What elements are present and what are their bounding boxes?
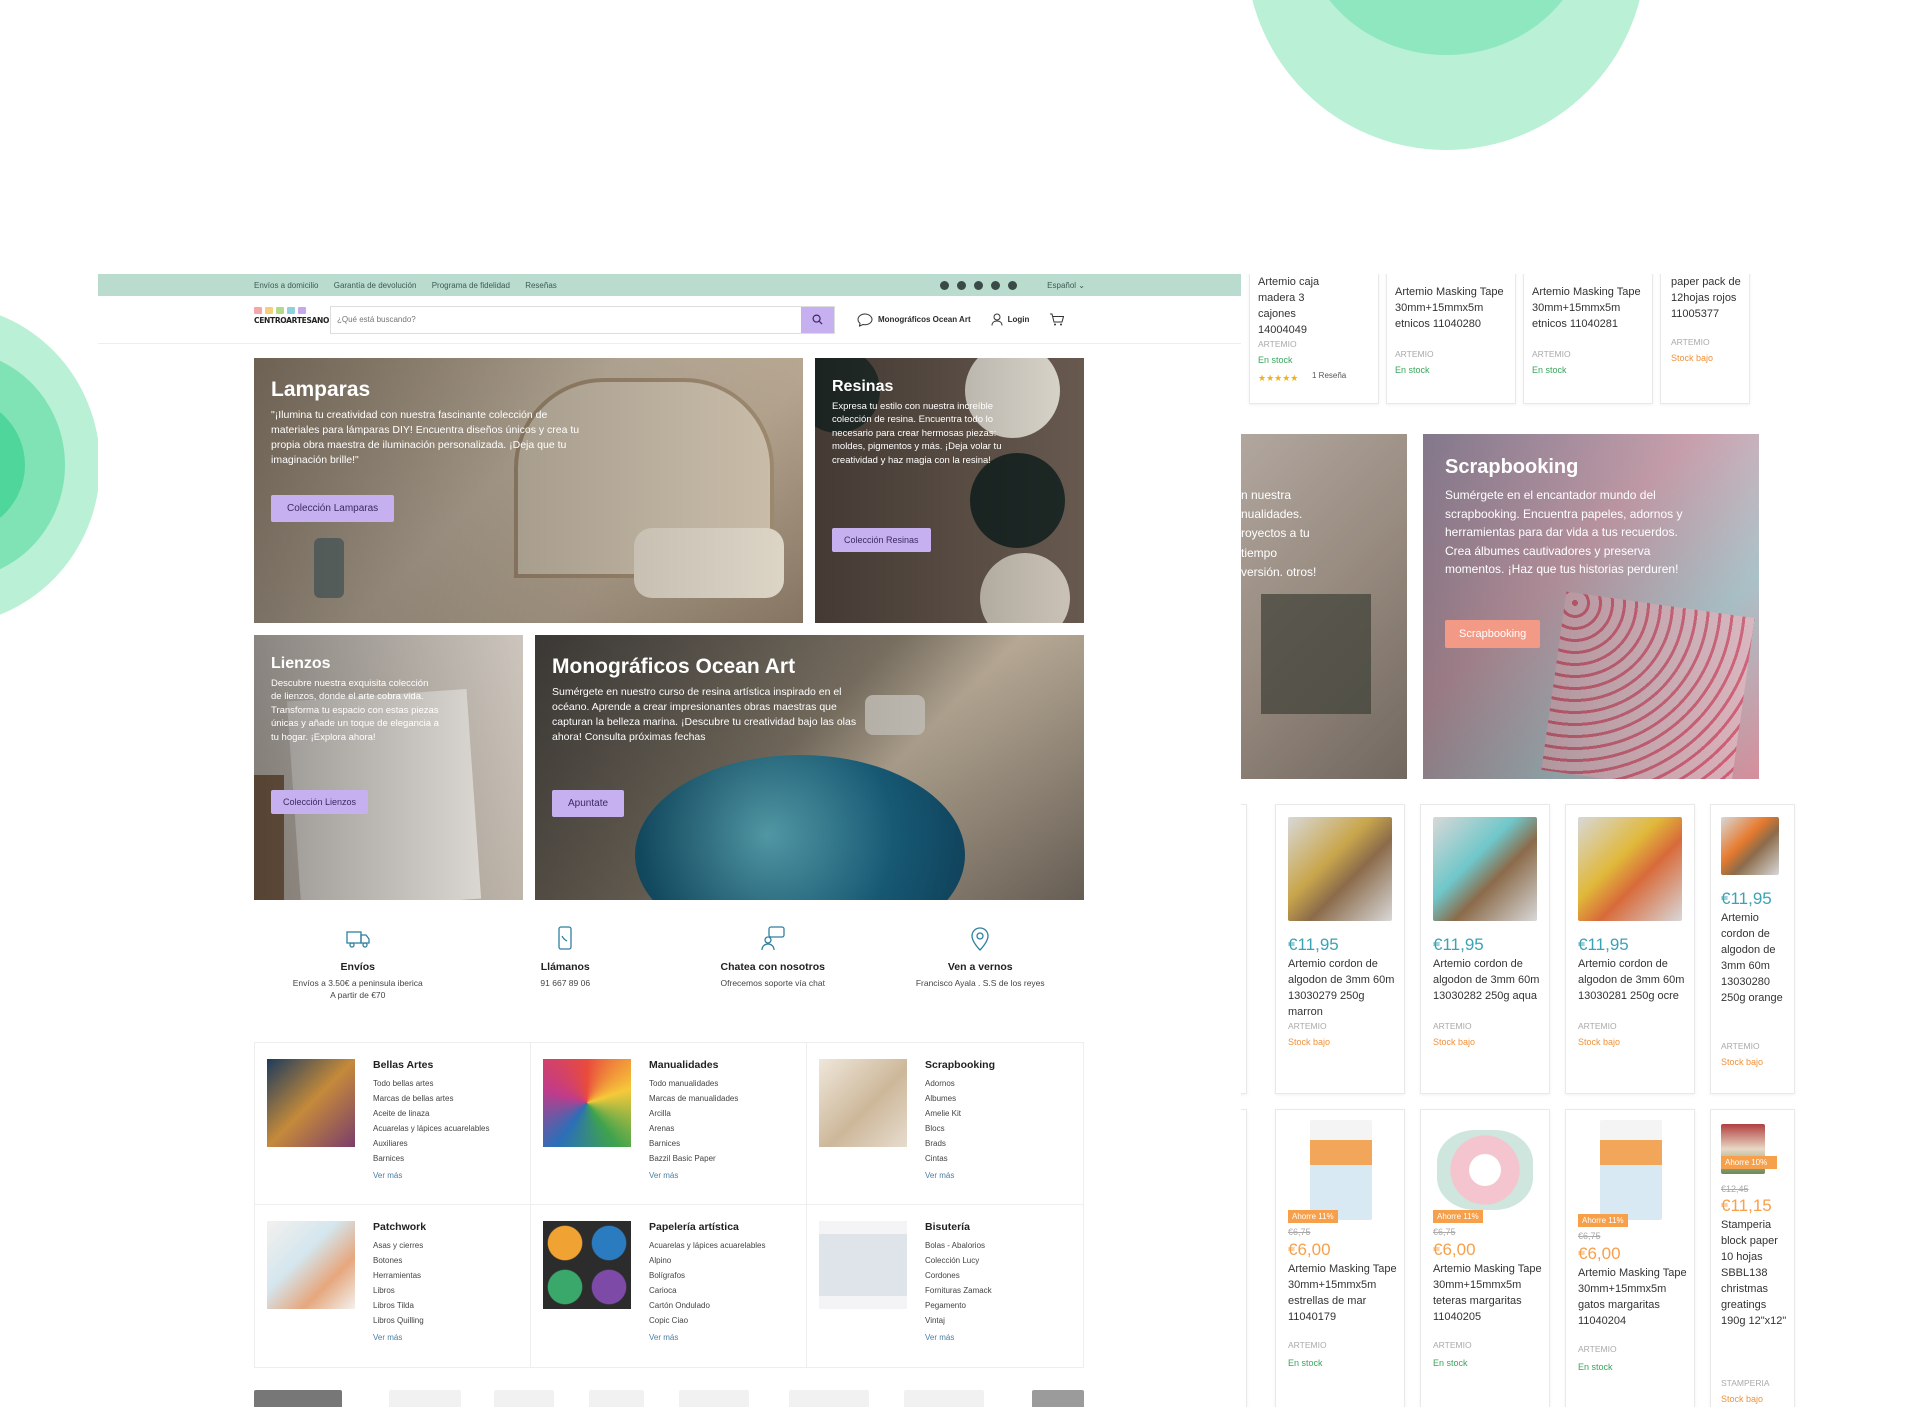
cart-icon	[1050, 313, 1065, 326]
topbar-link-garantia[interactable]: Garantía de devolución	[334, 281, 417, 290]
category-bellas-artes: Bellas Artes Todo bellas artes Marcas de …	[255, 1043, 531, 1205]
tile-title: Monográficos Ocean Art	[552, 655, 796, 678]
cart-button[interactable]	[1049, 313, 1065, 326]
features-row: Envíos Envíos a 3.50€ a peninsula iberic…	[254, 924, 1084, 1002]
search-bar	[330, 305, 835, 334]
ver-mas-link[interactable]: Ver más	[925, 1171, 995, 1180]
scrapbooking-button[interactable]: Scrapbooking	[1445, 620, 1541, 648]
topbar-link-fidelidad[interactable]: Programa de fidelidad	[432, 281, 510, 290]
product-image	[1578, 817, 1682, 921]
search-button[interactable]	[801, 306, 834, 333]
ver-mas-link[interactable]: Ver más	[373, 1171, 490, 1180]
language-select[interactable]: Español ⌄	[1047, 281, 1085, 290]
product-card[interactable]: €11,95 Artemio cordon de algodon de 3mm …	[1420, 804, 1550, 1094]
product-image	[1433, 817, 1537, 921]
linkedin-icon[interactable]	[991, 280, 1001, 290]
category-grid: Bellas Artes Todo bellas artes Marcas de …	[254, 1042, 1084, 1368]
location-icon	[971, 927, 989, 951]
product-card[interactable]	[1241, 1109, 1247, 1407]
product-card[interactable]: €11,95 Artemio cordon de algodon de 3mm …	[1710, 804, 1795, 1094]
partial-banner-manualidades[interactable]: n nuestra nualidades. royectos a tu tiem…	[1241, 434, 1407, 779]
chat-bubble-icon	[857, 312, 873, 327]
decor-circles-left	[0, 305, 98, 625]
user-icon	[991, 313, 1003, 326]
site-header: CENTROARTESANO Monográficos Ocean Art Lo…	[98, 296, 1241, 344]
search-input[interactable]	[331, 306, 801, 333]
tile-title: Lamparas	[271, 378, 371, 401]
facebook-icon[interactable]	[957, 280, 967, 290]
nav-ocean-art[interactable]: Monográficos Ocean Art	[857, 312, 971, 327]
category-image[interactable]	[819, 1059, 907, 1147]
topbar-link-envios[interactable]: Envíos a domicilio	[254, 281, 318, 290]
decor-circles-top	[1246, 0, 1646, 150]
brand-strip	[254, 1382, 1084, 1407]
store-homepage-screenshot: Envíos a domicilio Garantía de devolució…	[98, 274, 1241, 1407]
category-patchwork: Patchwork Asas y cierres Botones Herramien…	[255, 1205, 531, 1367]
star-rating: ★★★★★	[1258, 373, 1299, 383]
top-bar: Envíos a domicilio Garantía de devolució…	[98, 274, 1241, 296]
product-card[interactable]: €11,95 Artemio cordon de algodon de 3mm …	[1275, 804, 1405, 1094]
product-image	[1721, 817, 1779, 875]
ver-mas-link[interactable]: Ver más	[925, 1333, 992, 1342]
chat-icon	[761, 926, 785, 951]
tile-text: Sumérgete en nuestro curso de resina art…	[552, 686, 857, 743]
product-card[interactable]: €11,95 Artemio cordon de algodon de 3mm …	[1565, 804, 1695, 1094]
tile-ocean-art[interactable]: Monográficos Ocean Art Sumérgete en nues…	[535, 635, 1084, 900]
instagram-icon[interactable]	[974, 280, 984, 290]
product-card[interactable]: Artemio Masking Tape 30mm+15mmx5m etnico…	[1523, 274, 1653, 404]
product-card[interactable]: paper pack de 12hojas rojos 11005377 ART…	[1660, 274, 1750, 404]
category-scrapbooking: Scrapbooking Adornos Albumes Amelie Kit Blo…	[807, 1043, 1083, 1205]
tile-lienzos[interactable]: Lienzos Descubre nuestra exquisita colec…	[254, 635, 523, 900]
coleccion-lienzos-button[interactable]: Colección Lienzos	[271, 790, 369, 814]
apuntate-button[interactable]: Apuntate	[552, 790, 625, 817]
tile-text: "¡Ilumina tu creatividad con nuestra fas…	[271, 409, 580, 466]
topbar-link-resenas[interactable]: Reseñas	[525, 281, 557, 290]
category-bisuteria: Bisutería Bolas - Abalorios Colección Luc…	[807, 1205, 1083, 1367]
category-image[interactable]	[543, 1221, 631, 1309]
tile-text: Expresa tu estilo con nuestra increíble …	[832, 401, 1002, 466]
product-panel: Artemio caja madera 3 cajones 14004049 A…	[1241, 274, 1800, 1407]
product-image	[1288, 817, 1392, 921]
feature-chat: Chatea con nosotros Ofrecemos soporte ví…	[669, 924, 877, 1002]
product-image	[1310, 1120, 1372, 1220]
product-image	[1437, 1130, 1533, 1210]
pinterest-icon[interactable]	[1008, 280, 1018, 290]
product-card[interactable]: Ahorre 11% €6,75 €6,00 Artemio Masking T…	[1565, 1109, 1695, 1407]
tile-title: Resinas	[832, 378, 894, 395]
category-image[interactable]	[267, 1221, 355, 1309]
tile-resinas[interactable]: Resinas Expresa tu estilo con nuestra in…	[815, 358, 1084, 623]
product-card[interactable]: Ahorre 10% €12,45 €11,15 Stamperia block…	[1710, 1109, 1795, 1407]
ver-mas-link[interactable]: Ver más	[373, 1333, 426, 1342]
ver-mas-link[interactable]: Ver más	[649, 1171, 738, 1180]
search-icon	[812, 314, 823, 325]
site-logo[interactable]: CENTROARTESANO	[254, 306, 329, 333]
product-card[interactable]	[1241, 804, 1247, 1094]
feature-llamanos: Llámanos 91 667 89 06	[462, 924, 670, 1002]
tile-text: Descubre nuestra exquisita colección de …	[271, 678, 439, 743]
product-image	[1600, 1120, 1662, 1220]
coleccion-resinas-button[interactable]: Colección Resinas	[832, 528, 931, 552]
coleccion-lamparas-button[interactable]: Colección Lamparas	[271, 495, 395, 522]
phone-icon	[558, 926, 572, 950]
mail-icon[interactable]	[940, 280, 950, 290]
product-card[interactable]: Artemio caja madera 3 cajones 14004049 A…	[1249, 274, 1379, 404]
tile-title: Lienzos	[271, 655, 331, 672]
category-image[interactable]	[819, 1221, 907, 1309]
product-card[interactable]: Artemio Masking Tape 30mm+15mmx5m etnico…	[1386, 274, 1516, 404]
feature-envios: Envíos Envíos a 3.50€ a peninsula iberic…	[254, 924, 462, 1002]
ver-mas-link[interactable]: Ver más	[649, 1333, 766, 1342]
category-image[interactable]	[543, 1059, 631, 1147]
product-card[interactable]: Ahorre 11% €6,75 €6,00 Artemio Masking T…	[1420, 1109, 1550, 1407]
category-image[interactable]	[267, 1059, 355, 1147]
nav-login[interactable]: Login	[991, 313, 1029, 326]
product-card[interactable]: Ahorre 11% €6,75 €6,00 Artemio Masking T…	[1275, 1109, 1405, 1407]
tile-lamparas[interactable]: Lamparas "¡Ilumina tu creatividad con nu…	[254, 358, 803, 623]
feature-ven-a-vernos: Ven a vernos Francisco Ayala . S.S de lo…	[877, 924, 1085, 1002]
banner-scrapbooking[interactable]: Scrapbooking Sumérgete en el encantador …	[1423, 434, 1759, 779]
category-manualidades: Manualidades Todo manualidades Marcas de …	[531, 1043, 807, 1205]
truck-icon	[346, 931, 370, 948]
category-papeleria-artistica: Papelería artística Acuarelas y lápices …	[531, 1205, 807, 1367]
